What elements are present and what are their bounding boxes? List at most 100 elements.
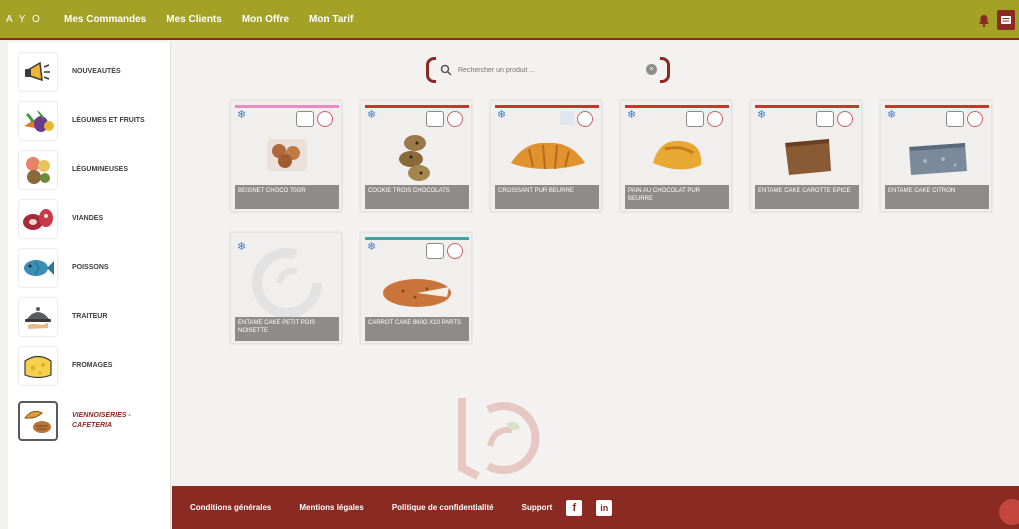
sidebar-item-label: VIANDES (72, 215, 104, 222)
sidebar-item-label: LÉGUMES ET FRUITS (72, 117, 145, 124)
label-icon (707, 111, 723, 127)
product-name: ENTAME CAKE PETIT POIS NOISETTE (235, 317, 339, 341)
label-icon (447, 243, 463, 259)
account-menu-button[interactable] (997, 10, 1015, 30)
product-card[interactable]: ❄ ENTAME CAKE CITRON (880, 100, 992, 212)
product-badges (296, 111, 333, 127)
label-icon (577, 111, 593, 127)
snowflake-icon: ❄ (237, 109, 247, 121)
chef-hat-icon (296, 111, 314, 127)
sidebar-item-fromages[interactable]: FROMAGES (18, 344, 170, 388)
product-name: ENTAME CAKE CAROTTE EPICE (755, 185, 859, 209)
product-badges (686, 111, 723, 127)
placeholder-logo-icon (252, 248, 322, 317)
fish-icon (18, 248, 58, 288)
product-badges (816, 111, 853, 127)
product-stripe (365, 105, 469, 108)
bell-icon[interactable] (977, 13, 991, 27)
search-bracket-left (426, 57, 436, 83)
product-badges (426, 243, 463, 259)
product-image (399, 135, 430, 181)
footer-link-support[interactable]: Support (522, 503, 553, 512)
product-name: COOKIE TROIS CHOCOLATS (365, 185, 469, 209)
chef-hat-icon (426, 111, 444, 127)
clear-search-icon[interactable]: × (646, 64, 657, 75)
legumes-icon (18, 150, 58, 190)
sidebar-item-traiteur[interactable]: TRAITEUR (18, 295, 170, 339)
sidebar-item-label: LÉGUMINEUSES (72, 166, 129, 173)
sidebar-item-label: FROMAGES (72, 362, 113, 369)
product-name: ENTAME CAKE CITRON (885, 185, 989, 209)
brand-watermark-icon (458, 398, 540, 480)
linkedin-icon[interactable]: in (596, 499, 613, 516)
footer-link-conditions[interactable]: Conditions générales (190, 503, 271, 512)
product-card[interactable]: ❄ BEIGNET CHOCO 70GR (230, 100, 342, 212)
cart-fab-button[interactable] (999, 499, 1019, 525)
product-stripe (495, 105, 599, 108)
snowflake-icon: ❄ (367, 241, 377, 253)
product-card[interactable]: ❄ COOKIE TROIS CHOCOLATS (360, 100, 472, 212)
product-card[interactable]: ❄ PAIN AU CHOCOLAT PUR BEURRE (620, 100, 732, 212)
snowflake-icon: ❄ (367, 109, 377, 121)
search-icon (440, 64, 452, 76)
product-badges (560, 111, 593, 127)
vegetables-icon (18, 101, 58, 141)
label-icon (837, 111, 853, 127)
sidebar-item-label: NOUVEAUTÉS (72, 68, 121, 75)
product-card[interactable]: ❄ CARROT CAKE 860g x10 PARTS (360, 232, 472, 344)
footer-link-mentions[interactable]: Mentions légales (299, 503, 363, 512)
product-stripe (885, 105, 989, 108)
sidebar-item-viennoiseries-cafeteria[interactable]: VIENNOISERIES - CAFETERIA (18, 399, 170, 443)
brand-logo[interactable]: A Y O (0, 14, 64, 25)
sidebar-item-label: VIENNOISERIES - CAFETERIA (72, 412, 131, 429)
meat-icon (18, 199, 58, 239)
product-badges (946, 111, 983, 127)
top-nav: A Y O Mes Commandes Mes Clients Mon Offr… (0, 0, 1019, 40)
product-card[interactable]: ❄ CROISSANT PUR BEURRE (490, 100, 602, 212)
sidebar-item-nouveautes[interactable]: NOUVEAUTÉS (18, 50, 170, 94)
product-card[interactable]: ❄ ENTAME CAKE PETIT POIS NOISETTE (230, 232, 342, 344)
menu-icon (1001, 16, 1011, 24)
sidebar-item-legumineuses[interactable]: LÉGUMINEUSES (18, 148, 170, 192)
app-window: A Y O Mes Commandes Mes Clients Mon Offr… (0, 0, 1019, 529)
product-name: BEIGNET CHOCO 70GR (235, 185, 339, 209)
product-image (653, 140, 702, 170)
product-image (267, 139, 307, 171)
snowflake-icon: ❄ (497, 109, 507, 121)
chef-hat-icon (686, 111, 704, 127)
cloche-icon (18, 297, 58, 337)
category-sidebar: NOUVEAUTÉS LÉGUMES ET FRUITS LÉGUMINEUSE… (8, 42, 171, 529)
snowflake-icon: ❄ (757, 109, 767, 121)
product-name: CARROT CAKE 860g x10 PARTS (365, 317, 469, 341)
nav-mon-tarif[interactable]: Mon Tarif (309, 14, 353, 25)
nav-mon-offre[interactable]: Mon Offre (242, 14, 289, 25)
top-right-actions (977, 10, 1015, 30)
cheese-icon (18, 346, 58, 386)
label-icon (447, 111, 463, 127)
snowflake-icon: ❄ (627, 109, 637, 121)
chef-hat-icon (946, 111, 964, 127)
nav-mes-clients[interactable]: Mes Clients (166, 14, 222, 25)
product-image (909, 143, 967, 175)
facebook-icon[interactable]: f (566, 499, 583, 516)
product-image (511, 142, 585, 170)
france-map-icon (560, 111, 574, 125)
sidebar-item-label: TRAITEUR (72, 313, 108, 320)
chef-hat-icon (426, 243, 444, 259)
chef-hat-icon (816, 111, 834, 127)
sidebar-item-viandes[interactable]: VIANDES (18, 197, 170, 241)
label-icon (317, 111, 333, 127)
product-card[interactable]: ❄ ENTAME CAKE CAROTTE EPICE (750, 100, 862, 212)
footer-link-confidentialite[interactable]: Politique de confidentialité (392, 503, 494, 512)
product-stripe (755, 105, 859, 108)
label-icon (967, 111, 983, 127)
sidebar-item-label: POISSONS (72, 264, 109, 271)
sidebar-item-legumes-fruits[interactable]: LÉGUMES ET FRUITS (18, 99, 170, 143)
pastry-icon (18, 401, 58, 441)
megaphone-icon (18, 52, 58, 92)
product-stripe (625, 105, 729, 108)
nav-mes-commandes[interactable]: Mes Commandes (64, 14, 146, 25)
search-input[interactable] (458, 66, 608, 74)
sidebar-item-poissons[interactable]: POISSONS (18, 246, 170, 290)
search-bar: × (426, 56, 676, 84)
